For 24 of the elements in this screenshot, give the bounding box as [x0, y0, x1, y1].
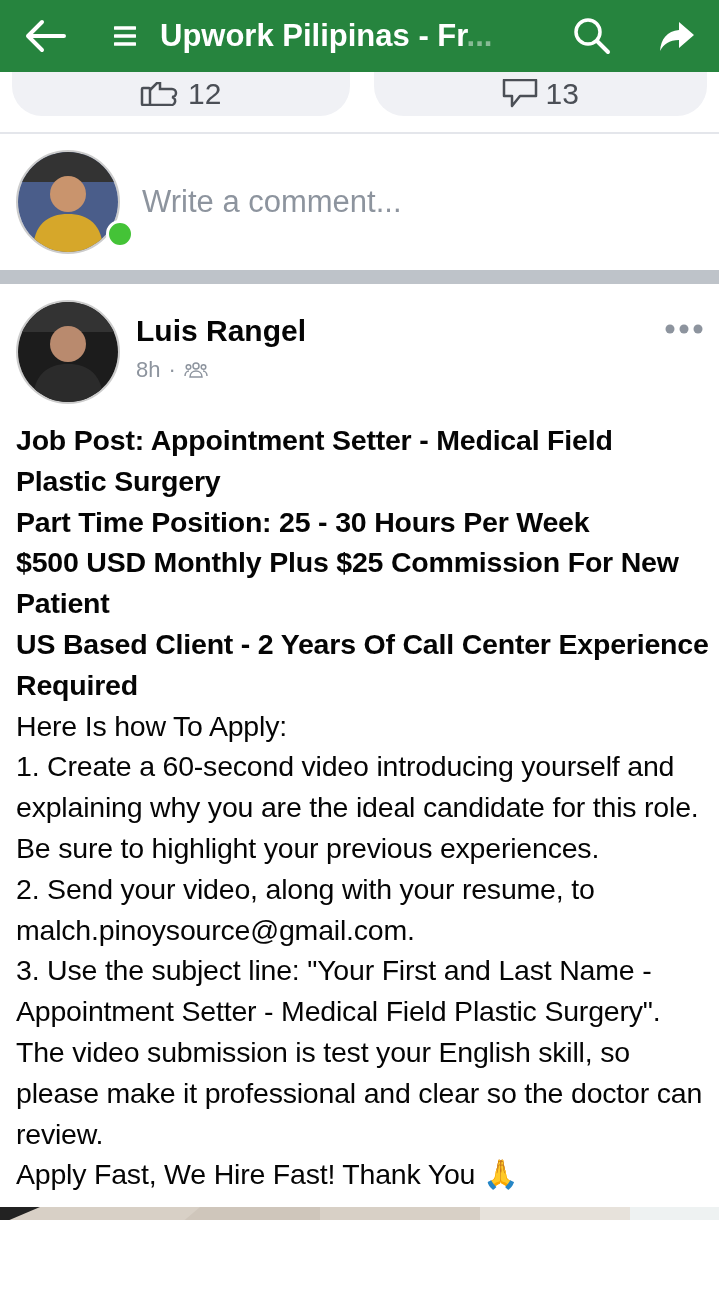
comment-field[interactable]: Write a comment...	[140, 177, 703, 227]
post-text: 2. Send your video, along with your resume, to malch.pinoysource@gmail.com.	[16, 871, 596, 948]
post-text: 1. Create a 60-second video introducing yourself and explaining why you are the ideal candidate for this role. Be sure to highlight your previous experiences.	[16, 749, 700, 866]
post-text: The video submission is test your English skill, so please make it professional and clear so the doctor can review.	[16, 1034, 704, 1152]
post-text: Apply Fast, We Hire Fast! Thank You 🙏	[16, 1157, 519, 1193]
group-title: Upwork Pilipinas - Fr...	[160, 16, 493, 55]
search-icon[interactable]	[573, 17, 611, 55]
post-text: 3. Use the subject line: "Your First and Last Name - Appointment Setter - Medical Field Plastic Surgery".	[16, 953, 662, 1030]
comment-icon	[501, 79, 538, 109]
comment-button[interactable]: 13	[373, 72, 707, 116]
post-text: $500 USD Monthly Plus $25 Commission For New Patient	[16, 545, 680, 622]
menu-icon[interactable]	[114, 25, 136, 47]
post-text: Job Post: Appointment Setter - Medical Field Plastic Surgery	[16, 423, 614, 499]
separator: ·	[168, 356, 176, 384]
author-name[interactable]: Luis Rangel	[136, 308, 307, 353]
more-options-icon[interactable]	[665, 324, 703, 334]
post-text: Part Time Position: 25 - 30 Hours Per Week	[16, 504, 591, 540]
back-icon[interactable]	[24, 19, 66, 53]
group-icon	[183, 361, 208, 378]
post-text: US Based Client - 2 Years Of Call Center Experience Required	[16, 627, 709, 703]
post-time: 8h	[136, 356, 161, 384]
post-text: Here Is how To Apply:	[16, 708, 288, 744]
like-button[interactable]: 12	[12, 72, 350, 116]
share-icon[interactable]	[659, 20, 695, 52]
